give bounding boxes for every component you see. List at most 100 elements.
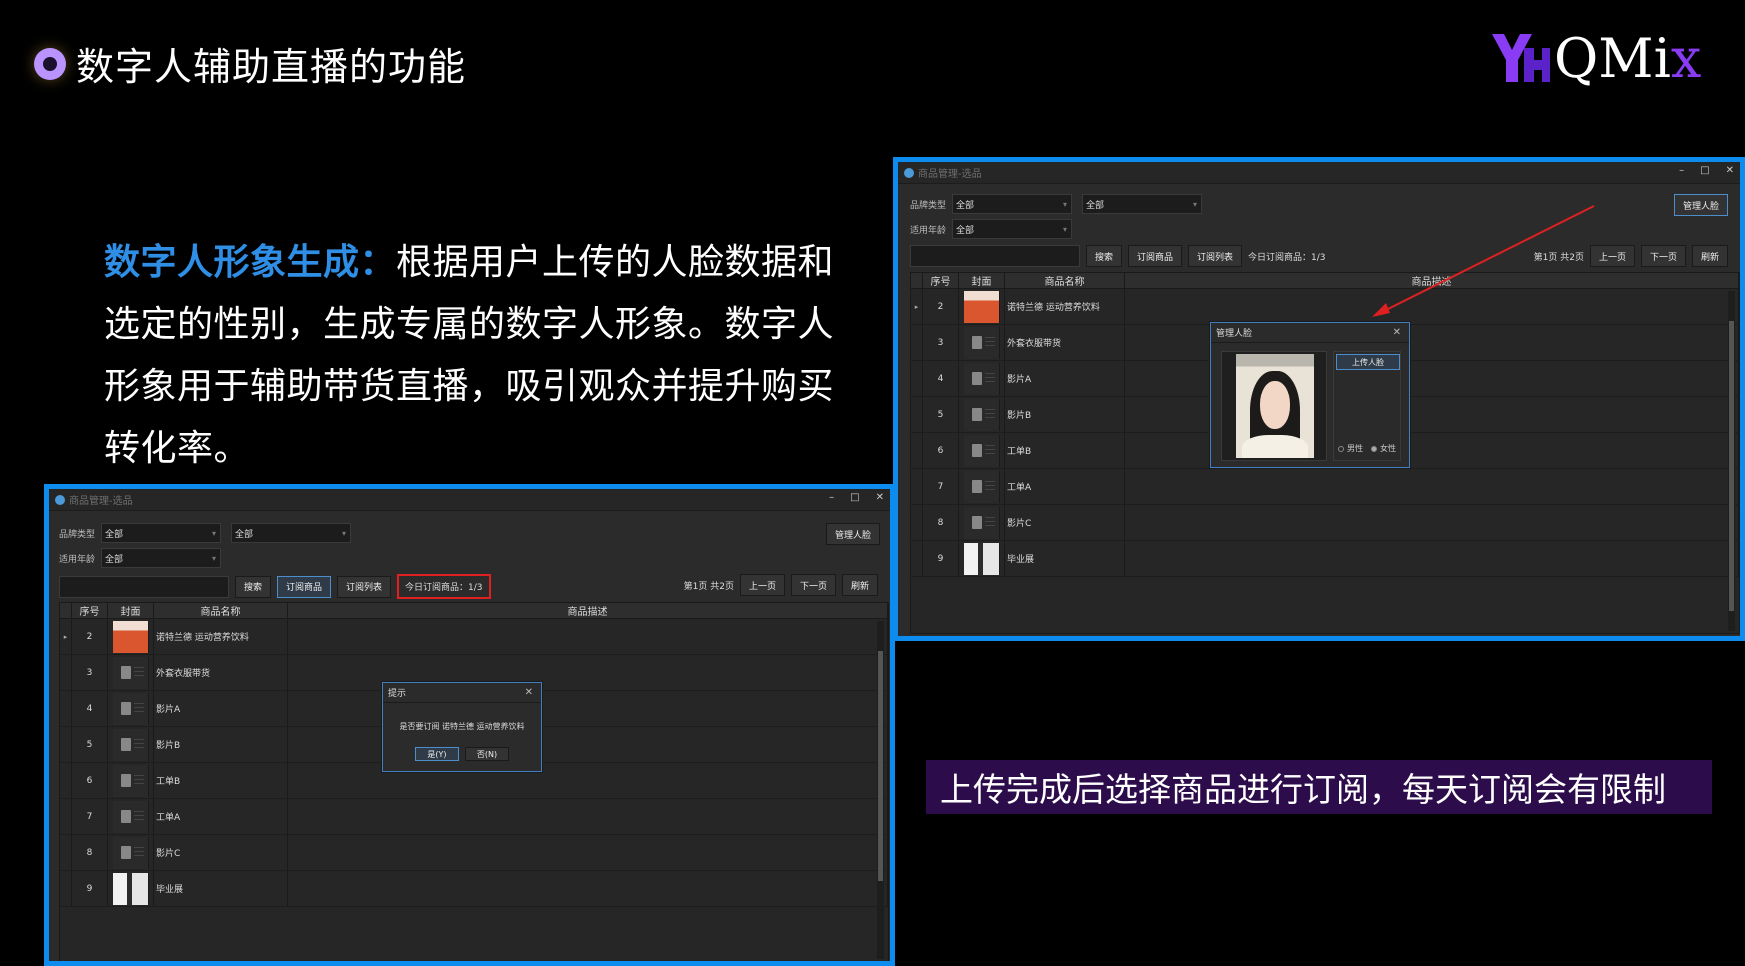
search-input[interactable]: [59, 575, 229, 598]
table-scrollbar[interactable]: [877, 621, 884, 959]
row-name: 影片B: [154, 727, 288, 762]
table-row[interactable]: ▸ 2 诺特兰德 运动营养饮料: [60, 619, 888, 655]
search-button[interactable]: 搜索: [235, 575, 272, 598]
row-name: 毕业展: [154, 871, 288, 906]
face-preview-box: [1221, 351, 1327, 461]
col-no: 序号: [923, 273, 959, 288]
feature-highlight: 数字人形象生成：: [104, 242, 397, 283]
row-name: 工单B: [154, 763, 288, 798]
face-photo: [1236, 354, 1314, 458]
maximize-icon[interactable]: □: [850, 492, 859, 503]
row-name: 工单A: [154, 799, 288, 834]
row-name: 工单B: [1005, 433, 1125, 468]
next-page-button[interactable]: 下一页: [790, 574, 836, 596]
female-label: 女性: [1380, 444, 1396, 453]
age-select[interactable]: 全部: [101, 548, 222, 568]
row-name: 诺特兰德 运动营养饮料: [154, 619, 288, 654]
close-icon[interactable]: ✕: [525, 687, 533, 698]
subscription-list-button[interactable]: 订阅列表: [1188, 245, 1243, 267]
brand-label: 品牌类型: [59, 529, 96, 540]
document-icon: [112, 836, 149, 869]
row-no: 5: [72, 727, 108, 762]
document-icon: [112, 692, 149, 725]
row-no: 7: [72, 799, 108, 834]
minimize-icon[interactable]: –: [829, 492, 834, 503]
close-icon[interactable]: ✕: [1393, 327, 1401, 338]
refresh-button[interactable]: 刷新: [841, 574, 878, 596]
row-name: 诺特兰德 运动营养饮料: [1005, 289, 1125, 324]
table-row[interactable]: 8 影片C: [911, 505, 1739, 541]
next-page-button[interactable]: 下一页: [1640, 245, 1686, 267]
refresh-button[interactable]: 刷新: [1691, 245, 1728, 267]
manage-face-button[interactable]: 管理人脸: [825, 523, 880, 545]
window-title: 商品管理-选品: [69, 496, 133, 507]
product-window-b: 商品管理-选品 – □ ✕ 品牌类型 全部 全部 管理人脸 适用年龄 全部 搜索: [49, 489, 890, 961]
close-icon[interactable]: ✕: [876, 492, 884, 503]
search-button[interactable]: 搜索: [1086, 245, 1123, 267]
table-row[interactable]: ▸ 2 诺特兰德 运动营养饮料: [911, 289, 1739, 325]
minimize-icon[interactable]: –: [1679, 165, 1684, 176]
age-label: 适用年龄: [910, 225, 947, 236]
logo-text: QMi: [1554, 26, 1671, 90]
male-label: 男性: [1347, 444, 1363, 453]
table-scrollbar[interactable]: [1728, 291, 1735, 631]
age-select[interactable]: 全部: [952, 219, 1073, 239]
brand-select[interactable]: 全部: [952, 194, 1073, 214]
window-frame-subscribe: 商品管理-选品 – □ ✕ 品牌类型 全部 全部 管理人脸 适用年龄 全部 搜索: [44, 484, 895, 966]
page-info: 第1页 共2页: [683, 581, 734, 592]
today-subscription-count: 今日订阅商品：1/3: [397, 574, 491, 599]
maximize-icon[interactable]: □: [1700, 165, 1709, 176]
row-no: 9: [72, 871, 108, 906]
brand-select-2[interactable]: 全部: [231, 523, 352, 543]
prev-page-button[interactable]: 上一页: [739, 574, 785, 596]
subscribe-button[interactable]: 订阅商品: [277, 575, 332, 598]
col-no: 序号: [72, 603, 108, 618]
upload-face-button[interactable]: 上传人脸: [1336, 354, 1400, 370]
window-titlebar[interactable]: 商品管理-选品 – □ ✕: [898, 162, 1740, 184]
cover-image: [112, 872, 149, 905]
confirm-message: 是否要订阅 诺特兰德 运动营养饮料: [399, 722, 525, 731]
brand-select-2[interactable]: 全部: [1082, 194, 1203, 214]
row-pointer-icon: ▸: [911, 289, 923, 324]
row-no: 8: [923, 505, 959, 540]
table-row[interactable]: 7 工单A: [60, 799, 888, 835]
red-arrow-icon: [1372, 205, 1595, 317]
subscription-list-button[interactable]: 订阅列表: [337, 575, 392, 598]
circle-bullet-icon: [34, 47, 66, 80]
document-icon: [112, 764, 149, 797]
table-row[interactable]: 8 影片C: [60, 835, 888, 871]
dialog-title-bar[interactable]: 管理人脸 ✕: [1211, 323, 1409, 343]
search-input[interactable]: [910, 245, 1080, 267]
yes-button[interactable]: 是(Y): [415, 747, 459, 761]
row-no: 2: [72, 619, 108, 654]
manage-face-button[interactable]: 管理人脸: [1673, 194, 1728, 216]
col-name: 商品名称: [1005, 273, 1125, 288]
close-icon[interactable]: ✕: [1726, 165, 1734, 176]
row-no: 6: [72, 763, 108, 798]
document-icon: [963, 434, 1000, 467]
age-label: 适用年龄: [59, 554, 96, 565]
confirm-dialog: 提示 ✕ 是否要订阅 诺特兰德 运动营养饮料 是(Y) 否(N): [382, 682, 542, 772]
row-name: 外套衣服带货: [154, 655, 288, 690]
subscribe-button[interactable]: 订阅商品: [1128, 245, 1183, 267]
row-name: 影片A: [1005, 361, 1125, 396]
dialog-title-bar[interactable]: 提示 ✕: [383, 683, 541, 703]
female-radio[interactable]: 女性: [1371, 443, 1396, 454]
row-name: 毕业展: [1005, 541, 1125, 576]
table-row[interactable]: 9 毕业展: [911, 541, 1739, 577]
table-header: 序号 封面 商品名称 商品描述: [911, 273, 1739, 289]
confirm-dialog-title: 提示: [388, 689, 407, 699]
face-controls: 上传人脸 男性 女性: [1333, 351, 1401, 461]
window-titlebar[interactable]: 商品管理-选品 – □ ✕: [49, 489, 890, 511]
row-no: 5: [923, 397, 959, 432]
col-name: 商品名称: [154, 603, 288, 618]
table-row[interactable]: 7 工单A: [911, 469, 1739, 505]
brand-select[interactable]: 全部: [101, 523, 222, 543]
table-row[interactable]: 9 毕业展: [60, 871, 888, 907]
male-radio[interactable]: 男性: [1338, 443, 1363, 454]
row-no: 4: [923, 361, 959, 396]
product-window-a: 商品管理-选品 – □ ✕ 品牌类型 全部 全部 管理人脸 适用年龄 全部 搜索: [898, 162, 1740, 636]
col-desc: 商品描述: [288, 603, 888, 618]
col-cover: 封面: [959, 273, 1005, 288]
no-button[interactable]: 否(N): [465, 747, 509, 761]
